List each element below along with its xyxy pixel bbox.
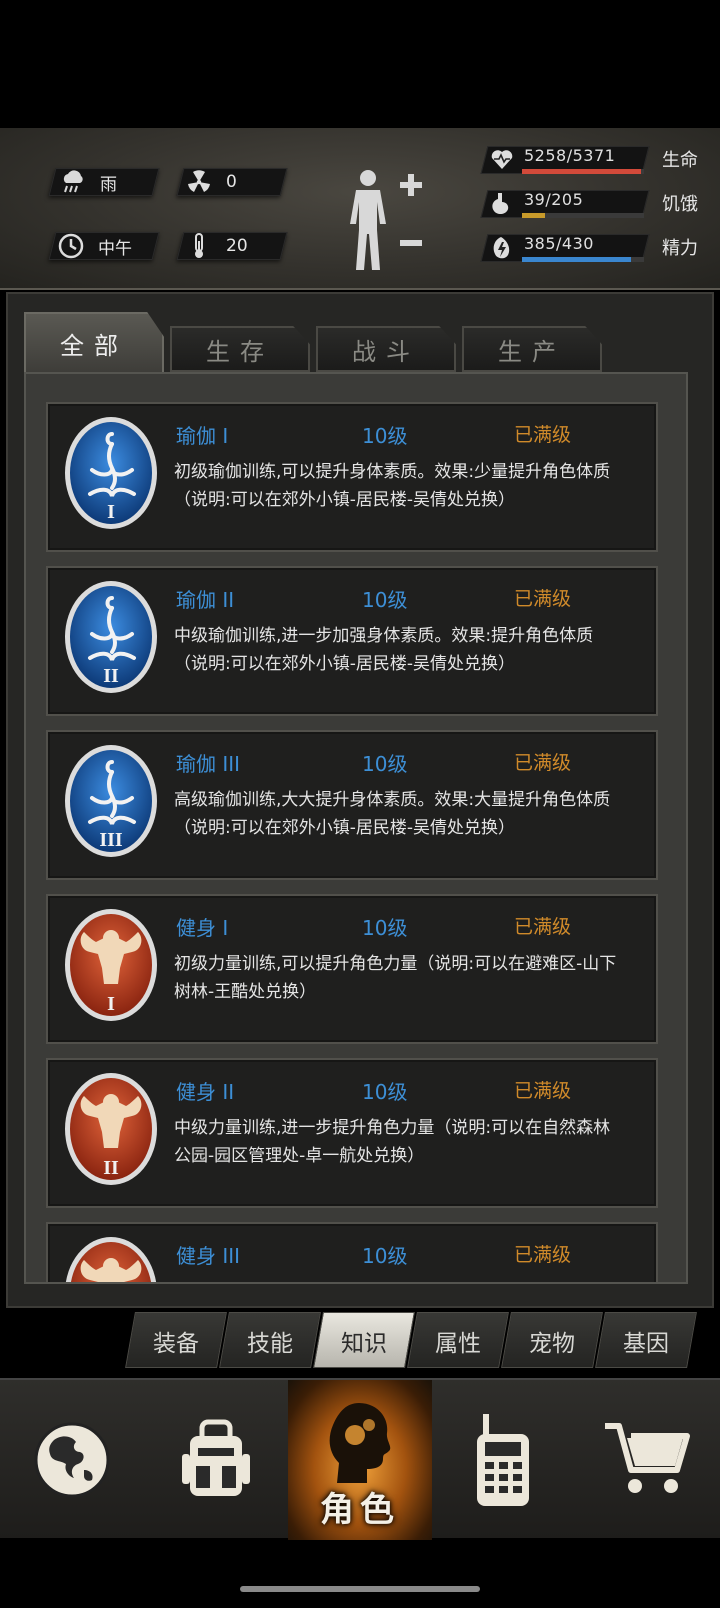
yoga-icon: I — [62, 414, 160, 532]
home-indicator[interactable] — [240, 1586, 480, 1592]
skill-description: 中级瑜伽训练,进一步加强身体素质。效果:提升角色体质（说明:可以在郊外小镇-居民… — [174, 626, 594, 674]
top-bar — [0, 0, 720, 128]
skill-status: 已满级 — [514, 752, 572, 774]
bottom-nav: 角色 — [0, 1378, 720, 1540]
character-subtabs: 装备 技能 知识 属性 宠物 基因 — [125, 1312, 710, 1368]
energy-icon — [490, 236, 514, 260]
skill-name: 健身 II — [176, 1080, 235, 1104]
nav-character-button[interactable]: 角色 — [288, 1380, 432, 1540]
svg-text:I: I — [107, 993, 115, 1015]
stomach-icon — [490, 192, 514, 216]
hunger-bar: 39/205 饥饿 — [480, 184, 700, 220]
skill-card[interactable]: III 瑜伽 III 10级 已满级 高级瑜伽训练,大大提升身体素质。效果:大量… — [46, 730, 658, 880]
globe-icon — [34, 1422, 110, 1498]
bodybuilder-icon: II — [62, 1070, 160, 1188]
radiation-stat: 0 — [186, 168, 237, 196]
skill-name: 瑜伽 I — [176, 424, 229, 448]
knowledge-panel: 全部 生存 战斗 生产 I 瑜伽 I 10级 已满级 初级瑜伽训练,可以提升身体… — [6, 292, 714, 1308]
body-status-button[interactable] — [346, 168, 436, 278]
skill-list-frame[interactable]: I 瑜伽 I 10级 已满级 初级瑜伽训练,可以提升身体素质。效果:少量提升角色… — [24, 372, 688, 1284]
nav-backpack-button[interactable] — [144, 1380, 288, 1540]
time-stat: 中午 — [58, 232, 132, 260]
skill-name: 健身 I — [176, 916, 229, 940]
cart-icon — [605, 1423, 690, 1493]
skill-level: 10级 — [362, 588, 408, 612]
skill-description: 高级瑜伽训练,大大提升身体素质。效果:大量提升角色体质（说明:可以在郊外小镇-居… — [174, 790, 611, 838]
skill-level: 10级 — [362, 1244, 408, 1268]
skill-name: 瑜伽 II — [176, 588, 235, 612]
backpack-icon — [182, 1419, 250, 1496]
character-icon — [329, 1403, 391, 1483]
tab-production[interactable]: 生产 — [462, 326, 602, 372]
skill-description: 初级瑜伽训练,可以提升身体素质。效果:少量提升角色体质（说明:可以在郊外小镇-居… — [174, 462, 611, 510]
skill-level: 10级 — [362, 1080, 408, 1104]
life-bar: 5258/5371 生命 — [480, 140, 700, 176]
svg-text:I: I — [107, 501, 115, 523]
nav-world-button[interactable] — [0, 1380, 144, 1540]
tab-combat[interactable]: 战斗 — [316, 326, 456, 372]
heart-icon — [490, 148, 514, 172]
skill-status: 已满级 — [514, 916, 572, 938]
status-header: 雨 0 中午 20 5258/5371 生命 39/205 饥饿 385/430… — [0, 128, 720, 290]
subtab-label: 技能 — [247, 1331, 293, 1357]
skill-card[interactable]: II 健身 II 10级 已满级 中级力量训练,进一步提升角色力量（说明:可以在… — [46, 1058, 658, 1208]
nav-radio-button[interactable] — [432, 1380, 576, 1540]
subtab-label: 装备 — [153, 1331, 199, 1357]
weather-value: 雨 — [100, 174, 117, 195]
bodybuilder-icon: I — [62, 906, 160, 1024]
thermometer-icon — [186, 233, 212, 259]
svg-text:II: II — [103, 665, 119, 687]
yoga-icon: III — [62, 742, 160, 860]
subtab-label: 宠物 — [529, 1331, 575, 1357]
weather-stat: 雨 — [60, 168, 117, 196]
skill-status: 已满级 — [514, 588, 572, 610]
nav-character-label: 角色 — [320, 1490, 400, 1530]
body-figure-icon — [350, 170, 422, 270]
nav-shop-button[interactable] — [576, 1380, 720, 1540]
time-value: 中午 — [98, 238, 132, 259]
skill-level: 10级 — [362, 916, 408, 940]
rain-icon — [60, 169, 86, 195]
skill-status: 已满级 — [514, 1244, 572, 1266]
tab-survival[interactable]: 生存 — [170, 326, 310, 372]
yoga-icon: II — [62, 578, 160, 696]
skill-level: 10级 — [362, 424, 408, 448]
subtab-label: 属性 — [435, 1331, 481, 1357]
skill-name: 瑜伽 III — [176, 752, 241, 776]
skill-status: 已满级 — [514, 424, 572, 446]
skill-level: 10级 — [362, 752, 408, 776]
radio-icon — [477, 1414, 529, 1506]
subtab-label: 知识 — [341, 1331, 387, 1357]
svg-text:III: III — [99, 829, 123, 851]
skill-description: 中级力量训练,进一步提升角色力量（说明:可以在自然森林公园-园区管理处-卓一航处… — [174, 1118, 611, 1166]
energy-bar: 385/430 精力 — [480, 228, 700, 264]
skill-name: 健身 III — [176, 1244, 241, 1268]
skill-status: 已满级 — [514, 1080, 572, 1102]
temperature-stat: 20 — [186, 232, 248, 260]
skill-card[interactable]: II 瑜伽 II 10级 已满级 中级瑜伽训练,进一步加强身体素质。效果:提升角… — [46, 566, 658, 716]
temperature-value: 20 — [226, 236, 248, 256]
skill-card[interactable]: I 健身 I 10级 已满级 初级力量训练,可以提升角色力量（说明:可以在避难区… — [46, 894, 658, 1044]
clock-icon — [58, 233, 84, 259]
skill-description: 初级力量训练,可以提升角色力量（说明:可以在避难区-山下树林-王酷处兑换） — [174, 954, 617, 1002]
bodybuilder-icon: III — [62, 1234, 160, 1282]
tab-all[interactable]: 全部 — [24, 312, 164, 374]
skill-card[interactable]: I 瑜伽 I 10级 已满级 初级瑜伽训练,可以提升身体素质。效果:少量提升角色… — [46, 402, 658, 552]
radiation-value: 0 — [226, 172, 237, 192]
radiation-icon — [186, 169, 212, 195]
skill-card[interactable]: III 健身 III 10级 已满级 — [46, 1222, 658, 1282]
svg-text:II: II — [103, 1157, 119, 1179]
subtab-label: 基因 — [623, 1331, 669, 1357]
